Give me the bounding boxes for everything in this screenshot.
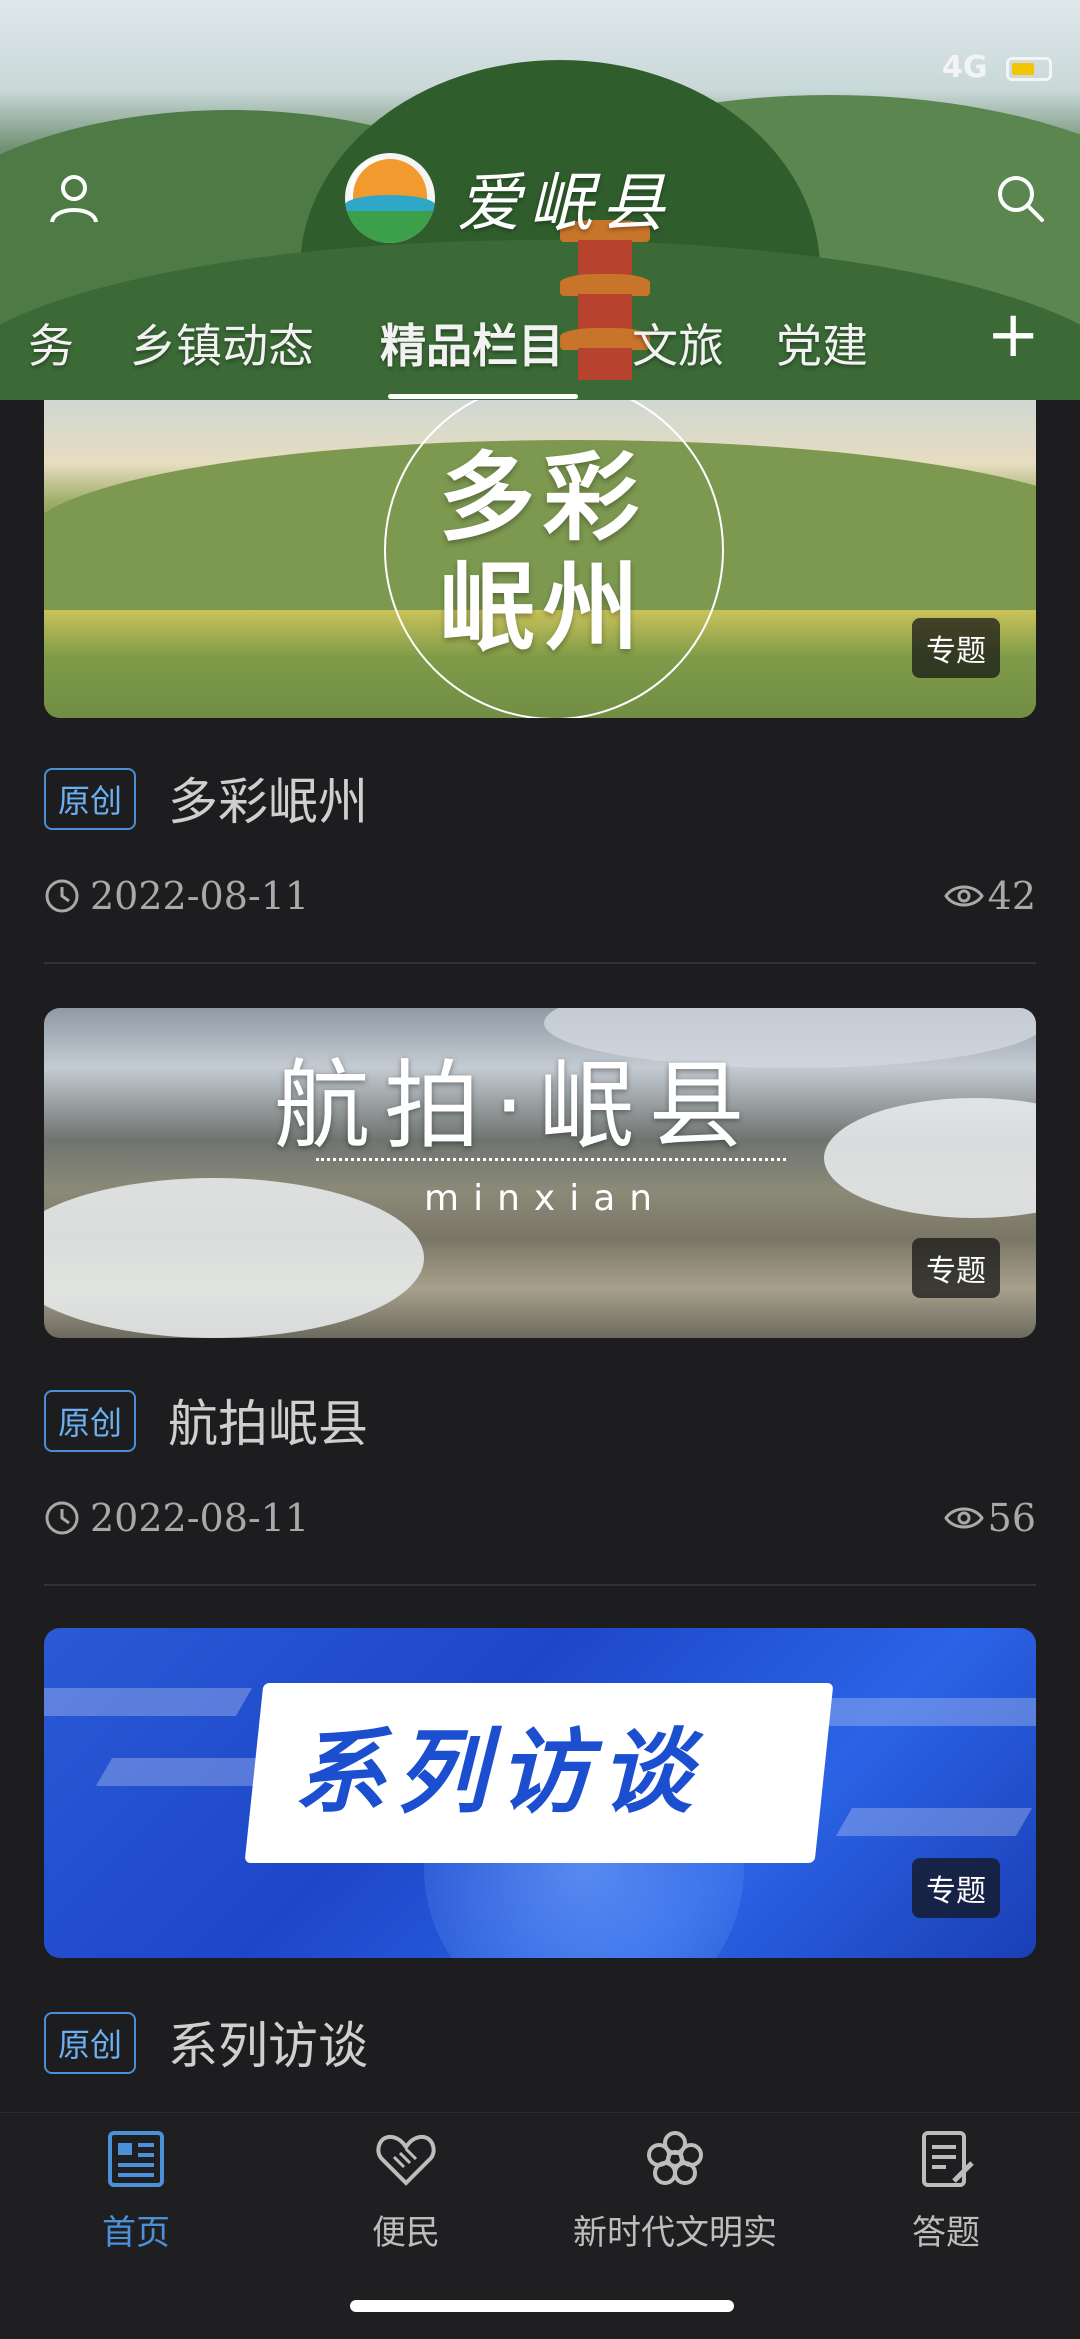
view-count: 56 [943, 1496, 1036, 1540]
cover-text-line2: minxian [424, 1178, 667, 1219]
tab-featured-columns[interactable]: 精品栏目 [380, 310, 564, 376]
nav-label: 答题 [912, 2213, 980, 2253]
nav-services[interactable]: 便民 [306, 2127, 506, 2254]
nav-civilization[interactable]: 新时代文明实 [560, 2127, 790, 2254]
views-text: 42 [987, 874, 1036, 918]
decorative-wave [316, 1158, 786, 1164]
article-title[interactable]: 航拍岷县 [168, 1384, 368, 1456]
nav-label: 新时代文明实 [573, 2213, 777, 2253]
article-cover-image[interactable]: 系列访谈 专题 [44, 1628, 1036, 1958]
status-bar: 4G [942, 50, 1052, 85]
views-text: 56 [987, 1496, 1036, 1540]
topic-badge: 专题 [912, 618, 1000, 678]
article-title[interactable]: 多彩岷州 [168, 762, 368, 834]
flower-icon [647, 2131, 703, 2185]
nav-label: 首页 [102, 2213, 170, 2253]
header-banner: 4G 爱岷县 务 乡镇动态 精品栏目 文旅 党建 + [0, 0, 1080, 400]
active-tab-indicator [388, 394, 578, 399]
network-indicator: 4G [942, 50, 988, 85]
search-button[interactable] [990, 168, 1050, 228]
tab-party-building[interactable]: 党建 [776, 310, 868, 376]
nav-quiz[interactable]: 答题 [846, 2127, 1046, 2254]
eye-icon [943, 885, 984, 907]
original-tag: 原创 [44, 2012, 137, 2074]
topic-badge: 专题 [912, 1858, 1000, 1918]
channel-tabs: 务 乡镇动态 精品栏目 文旅 党建 [0, 300, 1080, 380]
news-icon [108, 2131, 164, 2187]
tab-services[interactable]: 务 [28, 310, 74, 376]
original-tag: 原创 [44, 768, 137, 830]
topic-badge: 专题 [912, 1238, 1000, 1298]
user-profile-button[interactable] [44, 168, 104, 228]
app-name: 爱岷县 [457, 167, 673, 241]
home-indicator[interactable] [350, 2300, 734, 2312]
view-count: 42 [943, 874, 1036, 918]
add-channel-button[interactable]: + [986, 300, 1040, 370]
card-divider [44, 1584, 1036, 1586]
cover-text-line1: 系列访谈 [294, 1719, 703, 1826]
handshake-heart-icon [376, 2134, 436, 2186]
article-cover-image[interactable]: 多彩 岷州 专题 [44, 400, 1036, 718]
original-tag: 原创 [44, 1390, 137, 1452]
app-logo: 爱岷县 [345, 150, 673, 246]
clock-icon [45, 879, 79, 913]
user-icon [50, 175, 98, 223]
eye-icon [943, 1507, 984, 1529]
publish-date: 2022-08-11 [44, 874, 309, 918]
nav-label: 便民 [372, 2213, 440, 2253]
cover-text-line2: 岷州 [439, 552, 647, 664]
search-icon [998, 176, 1044, 222]
logo-mark-icon [345, 153, 435, 243]
tab-culture-tourism[interactable]: 文旅 [632, 310, 724, 376]
date-text: 2022-08-11 [90, 1496, 310, 1540]
clock-icon [45, 1501, 79, 1535]
cover-text-line1: 航拍·岷县 [274, 1050, 759, 1162]
card-divider [44, 962, 1036, 964]
battery-icon [1006, 56, 1052, 81]
tab-town-news[interactable]: 乡镇动态 [130, 310, 314, 376]
article-cover-image[interactable]: 航拍·岷县 minxian 专题 [44, 1008, 1036, 1338]
quiz-icon [922, 2131, 974, 2187]
publish-date: 2022-08-11 [44, 1496, 309, 1540]
date-text: 2022-08-11 [90, 874, 310, 918]
article-title[interactable]: 系列访谈 [168, 2006, 368, 2078]
nav-home[interactable]: 首页 [36, 2127, 236, 2254]
